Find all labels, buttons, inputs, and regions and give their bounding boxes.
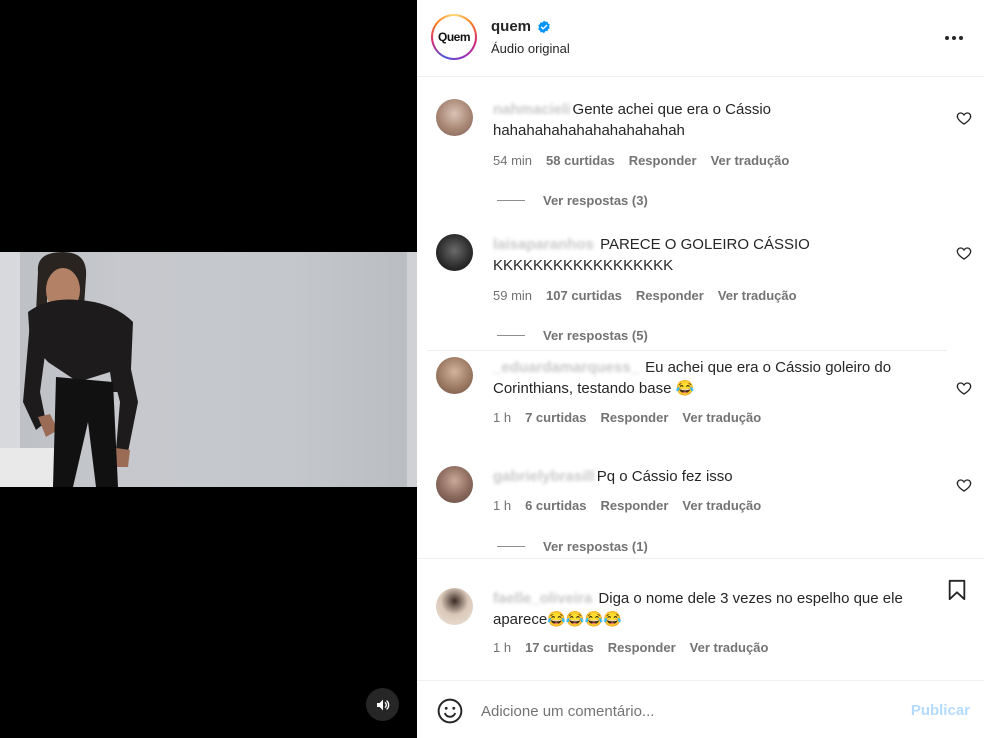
heart-icon[interactable]	[956, 477, 972, 493]
comment-meta: 1 h 6 curtidas Responder Ver tradução	[493, 498, 761, 513]
replies-line	[497, 200, 525, 201]
comment-text-block: gabrielybrasill Pq o Cássio fez isso	[493, 466, 933, 487]
comment-username[interactable]: nahmacieli	[493, 101, 571, 118]
audio-label[interactable]: Áudio original	[491, 41, 570, 56]
heart-icon[interactable]	[956, 110, 972, 126]
commenter-avatar[interactable]	[436, 466, 473, 503]
more-options-button[interactable]	[942, 28, 966, 48]
author-avatar[interactable]: Quem	[431, 14, 477, 60]
comment-likes[interactable]: 6 curtidas	[525, 498, 586, 513]
author-avatar-border: Quem	[433, 16, 475, 58]
reply-button[interactable]: Responder	[629, 153, 697, 168]
view-replies-button[interactable]: Ver respostas (1)	[497, 539, 648, 554]
view-replies-label: Ver respostas (1)	[543, 539, 648, 554]
commenter-avatar[interactable]	[436, 588, 473, 625]
emoji-icon[interactable]	[437, 698, 463, 724]
comment-text-block: faelle_oliveira Diga o nome dele 3 vezes…	[493, 588, 933, 630]
post-panel: Quem quem Áudio original nahmacieli Gente…	[417, 0, 984, 738]
comment-username[interactable]: gabrielybrasill	[493, 468, 595, 485]
heart-icon[interactable]	[956, 380, 972, 396]
video-frame[interactable]	[0, 252, 417, 487]
heart-icon[interactable]	[956, 245, 972, 261]
commenter-avatar[interactable]	[436, 234, 473, 271]
comment-username[interactable]: laisaparanhos	[493, 236, 594, 253]
commenter-avatar[interactable]	[436, 357, 473, 394]
divider	[417, 558, 984, 559]
comment-time: 59 min	[493, 288, 533, 303]
speaker-icon	[376, 699, 389, 710]
replies-line	[497, 546, 525, 547]
divider	[427, 350, 947, 351]
comment-input[interactable]	[481, 698, 881, 724]
comment-meta: 59 min 107 curtidas Responder Ver traduç…	[493, 288, 797, 303]
view-replies-button[interactable]: Ver respostas (3)	[497, 193, 648, 208]
comment-composer: Publicar	[417, 680, 984, 738]
comment-meta: 1 h 17 curtidas Responder Ver tradução	[493, 640, 768, 655]
translate-button[interactable]: Ver tradução	[711, 153, 790, 168]
reply-button[interactable]: Responder	[636, 288, 704, 303]
view-replies-button[interactable]: Ver respostas (5)	[497, 328, 648, 343]
comment-time: 1 h	[493, 498, 512, 513]
comment-time: 1 h	[493, 410, 512, 425]
comment-text-block: nahmacieli Gente achei que era o Cássio h…	[493, 99, 933, 141]
more-icon-dot	[952, 36, 956, 40]
commenter-avatar[interactable]	[436, 99, 473, 136]
post-header: Quem quem Áudio original	[417, 0, 984, 77]
comment-time: 1 h	[493, 640, 512, 655]
comment-text-block: laisaparanhos PARECE O GOLEIRO CÁSSIO KK…	[493, 234, 933, 276]
comment-text-initial: G	[572, 101, 585, 118]
view-replies-label: Ver respostas (5)	[543, 328, 648, 343]
comment-meta: 54 min 58 curtidas Responder Ver traduçã…	[493, 153, 789, 168]
verified-icon	[538, 20, 550, 34]
author-logo: Quem	[435, 18, 473, 56]
video-person-figure	[23, 252, 138, 487]
reply-button[interactable]: Responder	[608, 640, 676, 655]
view-replies-label: Ver respostas (3)	[543, 193, 648, 208]
publish-button[interactable]: Publicar	[911, 702, 970, 719]
comment-likes[interactable]: 7 curtidas	[525, 410, 586, 425]
more-icon-dot	[959, 36, 963, 40]
comment-text-initial: P	[596, 468, 607, 485]
comment-likes[interactable]: 17 curtidas	[525, 640, 594, 655]
comment-username[interactable]: faelle_oliveira	[493, 590, 592, 607]
comment-text: q o Cássio fez isso	[606, 468, 733, 485]
translate-button[interactable]: Ver tradução	[718, 288, 797, 303]
replies-line	[497, 335, 525, 336]
translate-button[interactable]: Ver tradução	[682, 410, 761, 425]
reply-button[interactable]: Responder	[601, 410, 669, 425]
author-username[interactable]: quem	[491, 18, 531, 35]
comment-username[interactable]: _eduardamarquess_	[493, 359, 639, 376]
comment-time: 54 min	[493, 153, 533, 168]
mute-button[interactable]	[366, 688, 399, 721]
reply-button[interactable]: Responder	[601, 498, 669, 513]
comment-likes[interactable]: 107 curtidas	[546, 288, 622, 303]
video-wall-edge	[407, 252, 417, 487]
more-icon	[945, 36, 949, 40]
translate-button[interactable]: Ver tradução	[682, 498, 761, 513]
comment-text-block: _eduardamarquess_ Eu achei que era o Cás…	[493, 357, 933, 399]
comment-likes[interactable]: 58 curtidas	[546, 153, 615, 168]
translate-button[interactable]: Ver tradução	[690, 640, 769, 655]
video-player[interactable]	[0, 0, 417, 738]
comment-meta: 1 h 7 curtidas Responder Ver tradução	[493, 410, 761, 425]
bookmark-icon[interactable]	[946, 578, 968, 602]
